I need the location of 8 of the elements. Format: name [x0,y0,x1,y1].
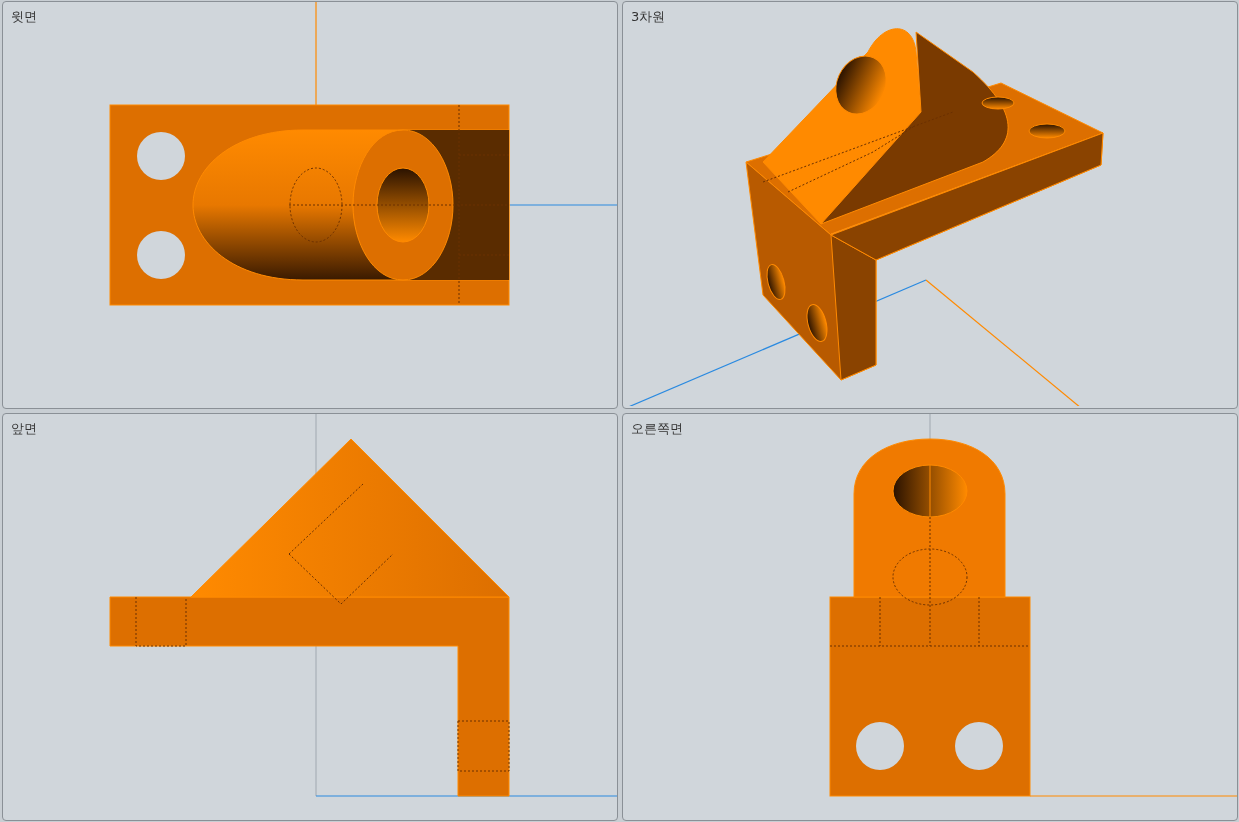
viewport-label: 윗면 [11,8,37,26]
viewport-label: 앞면 [11,420,37,438]
viewport-panel[interactable]: 오른쪽면 [622,413,1238,821]
viewport-panel[interactable]: 윗면 [2,1,618,409]
viewport-label: 오른쪽면 [631,420,683,438]
viewport-panel[interactable]: 앞면 [2,413,618,821]
viewport-panel[interactable]: 3차원 [622,1,1238,409]
viewport-label: 3차원 [631,8,666,26]
